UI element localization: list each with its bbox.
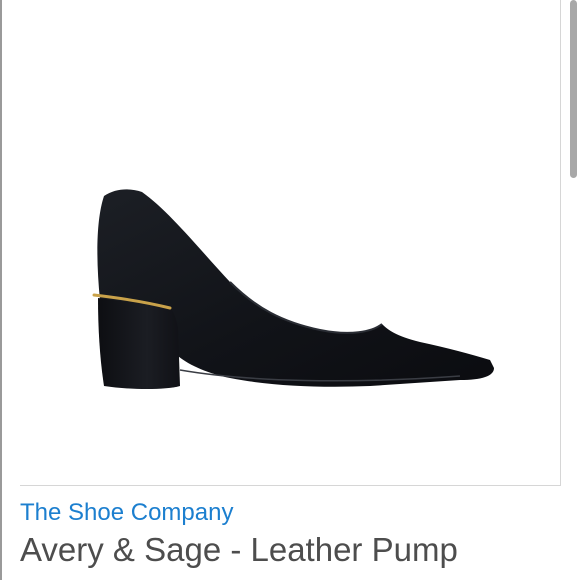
product-title: Avery & Sage - Leather Pump	[20, 531, 458, 568]
left-divider	[0, 0, 2, 580]
block-heel	[98, 298, 180, 389]
product-listing-page: The Shoe Company Avery & Sage - Leather …	[0, 0, 580, 580]
brand-link[interactable]: The Shoe Company	[20, 497, 233, 529]
page-scrollbar[interactable]	[567, 0, 580, 580]
scrollbar-thumb[interactable]	[570, 0, 577, 178]
product-image[interactable]	[20, 0, 561, 486]
product-image-frame[interactable]	[20, 0, 561, 486]
